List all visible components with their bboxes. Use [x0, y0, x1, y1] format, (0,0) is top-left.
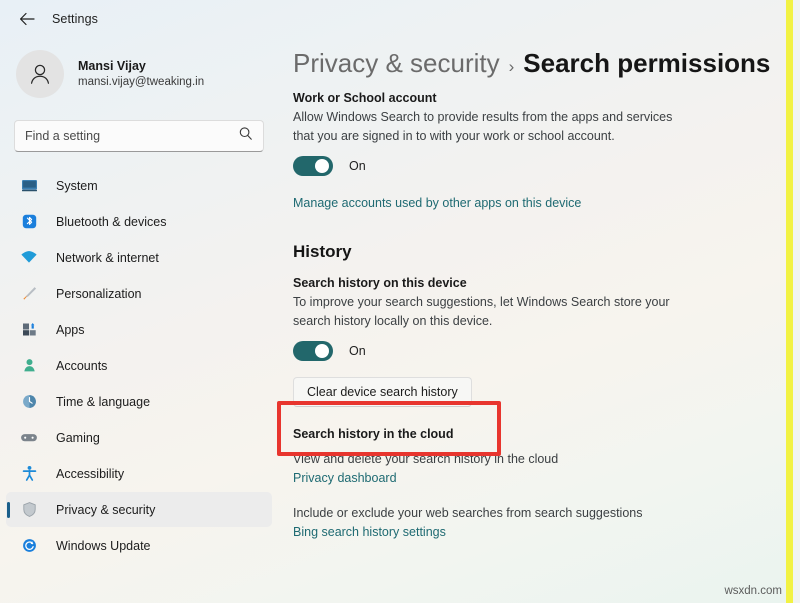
include-exclude-row: Include or exclude your web searches fro…: [293, 504, 770, 541]
main-content: Privacy & security › Search permissions …: [278, 38, 792, 603]
shield-icon: [20, 501, 38, 519]
page-title: Search permissions: [523, 48, 770, 79]
sidebar-item-windows-update[interactable]: Windows Update: [6, 528, 272, 563]
clear-history-row: Clear device search history: [293, 377, 770, 407]
cloud-history-label: Search history in the cloud: [293, 427, 770, 441]
manage-accounts-link[interactable]: Manage accounts used by other apps on th…: [293, 196, 581, 210]
settings-window: Settings Mansi Vijay mansi.vijay@tweakin…: [0, 0, 800, 603]
work-school-account-toggle-row: On: [293, 156, 770, 176]
account-profile[interactable]: Mansi Vijay mansi.vijay@tweaking.in: [0, 38, 278, 108]
view-delete-row: View and delete your search history in t…: [293, 450, 770, 487]
sidebar-item-apps[interactable]: Apps: [6, 312, 272, 347]
sidebar-item-label: Time & language: [56, 395, 150, 409]
work-school-account-description: Allow Windows Search to provide results …: [293, 108, 693, 146]
device-search-history-toggle-state: On: [349, 344, 366, 358]
breadcrumb: Privacy & security › Search permissions: [293, 48, 770, 79]
device-search-history-toggle-row: On: [293, 341, 770, 361]
cloud-history-section: Search history in the cloud View and del…: [293, 427, 770, 541]
sidebar-nav: System Bluetooth & devices Network: [0, 168, 278, 563]
clear-device-search-history-button[interactable]: Clear device search history: [293, 377, 472, 407]
chevron-right-icon: ›: [509, 57, 515, 77]
account-email: mansi.vijay@tweaking.in: [78, 75, 204, 89]
sidebar-item-system[interactable]: System: [6, 168, 272, 203]
update-refresh-icon: [20, 537, 38, 555]
history-section: History Search history on this device To…: [293, 242, 770, 407]
back-arrow-icon[interactable]: [14, 6, 40, 32]
paintbrush-icon: [20, 285, 38, 303]
search-icon: [238, 126, 253, 146]
sidebar: Mansi Vijay mansi.vijay@tweaking.in: [0, 38, 278, 603]
sidebar-item-personalization[interactable]: Personalization: [6, 276, 272, 311]
include-exclude-description: Include or exclude your web searches fro…: [293, 504, 693, 523]
window-title: Settings: [52, 12, 98, 26]
wifi-icon: [20, 249, 38, 267]
sidebar-item-time-language[interactable]: Time & language: [6, 384, 272, 419]
monitor-icon: [20, 177, 38, 195]
sidebar-item-label: Accounts: [56, 359, 107, 373]
search-input[interactable]: [25, 129, 232, 143]
sidebar-item-label: System: [56, 179, 98, 193]
right-edge-stripe: [786, 0, 793, 603]
sidebar-item-label: Apps: [56, 323, 85, 337]
bluetooth-icon: [20, 213, 38, 231]
sidebar-item-label: Network & internet: [56, 251, 159, 265]
device-search-history-label: Search history on this device: [293, 276, 770, 290]
accessibility-icon: [20, 465, 38, 483]
sidebar-item-label: Accessibility: [56, 467, 124, 481]
sidebar-item-accounts[interactable]: Accounts: [6, 348, 272, 383]
search-box[interactable]: [14, 120, 264, 152]
privacy-dashboard-link[interactable]: Privacy dashboard: [293, 471, 397, 485]
account-text: Mansi Vijay mansi.vijay@tweaking.in: [78, 59, 204, 90]
sidebar-item-network-internet[interactable]: Network & internet: [6, 240, 272, 275]
sidebar-item-label: Windows Update: [56, 539, 151, 553]
sidebar-item-label: Privacy & security: [56, 503, 155, 517]
manage-accounts-row: Manage accounts used by other apps on th…: [293, 194, 770, 212]
sidebar-item-privacy-security[interactable]: Privacy & security: [6, 492, 272, 527]
sidebar-item-accessibility[interactable]: Accessibility: [6, 456, 272, 491]
sidebar-item-label: Gaming: [56, 431, 100, 445]
work-school-account-toggle[interactable]: [293, 156, 333, 176]
user-avatar-icon: [16, 50, 64, 98]
view-delete-description: View and delete your search history in t…: [293, 450, 693, 469]
clock-globe-icon: [20, 393, 38, 411]
device-search-history-description: To improve your search suggestions, let …: [293, 293, 693, 331]
device-search-history-setting: Search history on this device To improve…: [293, 276, 770, 361]
sidebar-item-bluetooth-devices[interactable]: Bluetooth & devices: [6, 204, 272, 239]
work-school-account-label: Work or School account: [293, 91, 770, 105]
breadcrumb-parent[interactable]: Privacy & security: [293, 48, 500, 79]
sidebar-item-gaming[interactable]: Gaming: [6, 420, 272, 455]
toggle-knob: [315, 344, 329, 358]
titlebar: Settings: [0, 0, 800, 38]
watermark: wsxdn.com: [724, 585, 782, 597]
apps-grid-icon: [20, 321, 38, 339]
person-badge-icon: [20, 357, 38, 375]
sidebar-item-label: Bluetooth & devices: [56, 215, 167, 229]
device-search-history-toggle[interactable]: [293, 341, 333, 361]
history-heading: History: [293, 242, 770, 262]
toggle-knob: [315, 159, 329, 173]
bing-search-history-settings-link[interactable]: Bing search history settings: [293, 525, 446, 539]
sidebar-item-label: Personalization: [56, 287, 141, 301]
work-school-account-setting: Work or School account Allow Windows Sea…: [293, 91, 770, 176]
work-school-account-toggle-state: On: [349, 159, 366, 173]
right-edge-gap: [793, 0, 800, 603]
account-name: Mansi Vijay: [78, 59, 204, 75]
gamepad-icon: [20, 429, 38, 447]
